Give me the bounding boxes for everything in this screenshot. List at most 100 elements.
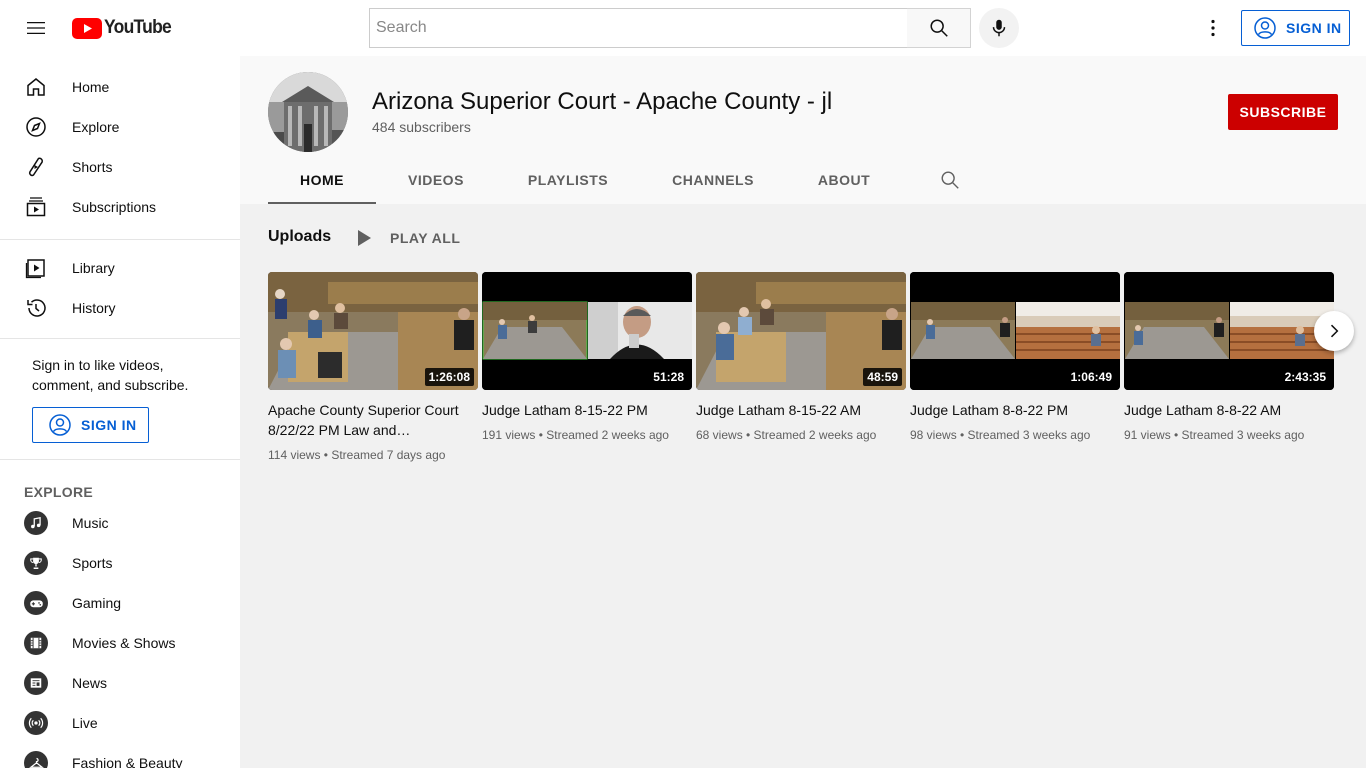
- sidebar-item-label: Subscriptions: [72, 199, 157, 215]
- video-card[interactable]: 51:28 Judge Latham 8-15-22 PM 191 views …: [482, 272, 692, 464]
- shelf-next-arrow-button[interactable]: [1314, 311, 1354, 351]
- uploads-shelf-title[interactable]: Uploads: [268, 228, 331, 246]
- tab-videos[interactable]: VIDEOS: [376, 156, 496, 204]
- sidebar-item-fashion-beauty[interactable]: Fashion & Beauty: [0, 743, 240, 768]
- hamburger-menu-icon: [27, 22, 45, 34]
- tab-playlists[interactable]: PLAYLISTS: [496, 156, 640, 204]
- youtube-logo-text: YouTube: [104, 17, 172, 38]
- video-card[interactable]: 1:06:49 Judge Latham 8-8-22 PM 98 views …: [910, 272, 1120, 464]
- sidebar-item-music[interactable]: Music: [0, 503, 240, 543]
- video-thumbnail[interactable]: 1:26:08: [268, 272, 478, 390]
- sidebar-item-label: Movies & Shows: [72, 635, 176, 651]
- sidebar-item-label: History: [72, 300, 116, 316]
- video-duration: 1:06:49: [1066, 368, 1116, 386]
- search-box[interactable]: [369, 8, 908, 48]
- tab-channels[interactable]: CHANNELS: [640, 156, 786, 204]
- account-circle-icon: [49, 414, 71, 436]
- channel-header: Arizona Superior Court - Apache County -…: [240, 56, 1366, 204]
- masthead-sign-in-label: SIGN IN: [1286, 20, 1342, 36]
- sidebar-item-sports[interactable]: Sports: [0, 543, 240, 583]
- sidebar-item-live[interactable]: Live: [0, 703, 240, 743]
- signin-message: Sign in to like videos, comment, and sub…: [32, 357, 189, 393]
- sidebar-item-label: Explore: [72, 119, 120, 135]
- video-thumbnail[interactable]: 48:59: [696, 272, 906, 390]
- sidebar-item-label: Live: [72, 715, 98, 731]
- search-icon: [929, 19, 948, 37]
- channel-tabs: HOME VIDEOS PLAYLISTS CHANNELS ABOUT: [268, 156, 978, 204]
- newspaper-icon: [30, 678, 42, 688]
- sidebar-item-subscriptions[interactable]: Subscriptions: [0, 187, 240, 227]
- video-title[interactable]: Apache County Superior Court 8/22/22 PM …: [268, 400, 478, 440]
- chevron-right-icon: [1330, 324, 1339, 338]
- video-metadata: 98 views • Streamed 3 weeks ago: [910, 428, 1091, 442]
- video-metadata: 91 views • Streamed 3 weeks ago: [1124, 428, 1305, 442]
- video-metadata: 191 views • Streamed 2 weeks ago: [482, 428, 669, 442]
- settings-more-button[interactable]: [1197, 12, 1229, 44]
- compass-icon: [26, 117, 46, 137]
- sidebar-sign-in-button[interactable]: SIGN IN: [32, 407, 149, 443]
- subscriber-count: 484 subscribers: [372, 119, 471, 135]
- play-all-button[interactable]: PLAY ALL: [352, 226, 460, 250]
- history-icon: [27, 299, 46, 317]
- film-icon: [30, 637, 42, 649]
- sidebar-item-label: Gaming: [72, 595, 122, 611]
- explore-section-title: EXPLORE: [24, 484, 94, 500]
- sidebar-item-library[interactable]: Library: [0, 248, 240, 288]
- account-circle-icon: [1254, 17, 1276, 39]
- music-icon: [31, 516, 41, 529]
- sidebar-signin-section: Sign in to like videos, comment, and sub…: [0, 339, 240, 460]
- channel-title: Arizona Superior Court - Apache County -…: [372, 88, 833, 115]
- courthouse-photo-icon: [268, 72, 348, 152]
- video-title[interactable]: Judge Latham 8-15-22 AM: [696, 400, 906, 420]
- trophy-icon: [30, 557, 42, 569]
- sidebar-explore-section: Music Sports Gaming Movies & Shows News …: [0, 503, 240, 768]
- gamepad-icon: [29, 599, 43, 607]
- channel-content: Uploads PLAY ALL 1:26:08 Apache County S…: [240, 204, 1366, 768]
- sidebar-item-explore[interactable]: Explore: [0, 107, 240, 147]
- subscribe-button[interactable]: SUBSCRIBE: [1228, 94, 1338, 130]
- channel-search-button[interactable]: [922, 156, 978, 204]
- sidebar-item-news[interactable]: News: [0, 663, 240, 703]
- sidebar-sign-in-label: SIGN IN: [81, 417, 137, 433]
- sidebar-item-history[interactable]: History: [0, 288, 240, 328]
- library-icon: [25, 259, 45, 279]
- search-icon: [941, 171, 959, 189]
- sidebar-item-shorts[interactable]: Shorts: [0, 147, 240, 187]
- uploads-video-list: 1:26:08 Apache County Superior Court 8/2…: [268, 272, 1338, 464]
- voice-search-button[interactable]: [979, 8, 1019, 48]
- sidebar-item-home[interactable]: Home: [0, 67, 240, 107]
- tab-home[interactable]: HOME: [268, 156, 376, 204]
- menu-button[interactable]: [20, 12, 52, 44]
- sidebar-item-movies-shows[interactable]: Movies & Shows: [0, 623, 240, 663]
- video-card[interactable]: 1:26:08 Apache County Superior Court 8/2…: [268, 272, 478, 464]
- microphone-icon: [992, 19, 1006, 37]
- video-title[interactable]: Judge Latham 8-8-22 AM: [1124, 400, 1334, 420]
- video-thumbnail[interactable]: 2:43:35: [1124, 272, 1334, 390]
- sidebar-main-section: Home Explore Shorts Subscriptions: [0, 56, 240, 240]
- video-card[interactable]: 48:59 Judge Latham 8-15-22 AM 68 views •…: [696, 272, 906, 464]
- search-button[interactable]: [907, 8, 971, 48]
- video-title[interactable]: Judge Latham 8-8-22 PM: [910, 400, 1120, 420]
- hanger-icon: [28, 757, 44, 768]
- masthead-sign-in-button[interactable]: SIGN IN: [1241, 10, 1350, 46]
- sidebar-item-gaming[interactable]: Gaming: [0, 583, 240, 623]
- video-thumbnail[interactable]: 51:28: [482, 272, 692, 390]
- play-icon: [358, 230, 371, 246]
- channel-avatar[interactable]: [268, 72, 348, 152]
- video-thumbnail[interactable]: 1:06:49: [910, 272, 1120, 390]
- play-all-label: PLAY ALL: [390, 230, 461, 246]
- video-duration: 1:26:08: [424, 368, 474, 386]
- video-title[interactable]: Judge Latham 8-15-22 PM: [482, 400, 692, 420]
- tab-about[interactable]: ABOUT: [786, 156, 902, 204]
- sidebar-item-label: News: [72, 675, 108, 691]
- sidebar-item-label: Fashion & Beauty: [72, 755, 183, 768]
- live-icon: [28, 717, 44, 729]
- home-icon: [27, 78, 45, 96]
- youtube-logo[interactable]: YouTube: [72, 16, 177, 40]
- masthead: YouTube SIGN IN: [0, 0, 1366, 56]
- sidebar-item-label: Library: [72, 260, 115, 276]
- search-input[interactable]: [370, 19, 907, 37]
- subscriptions-icon: [26, 197, 46, 217]
- video-card[interactable]: 2:43:35 Judge Latham 8-8-22 AM 91 views …: [1124, 272, 1334, 464]
- video-duration: 2:43:35: [1280, 368, 1330, 386]
